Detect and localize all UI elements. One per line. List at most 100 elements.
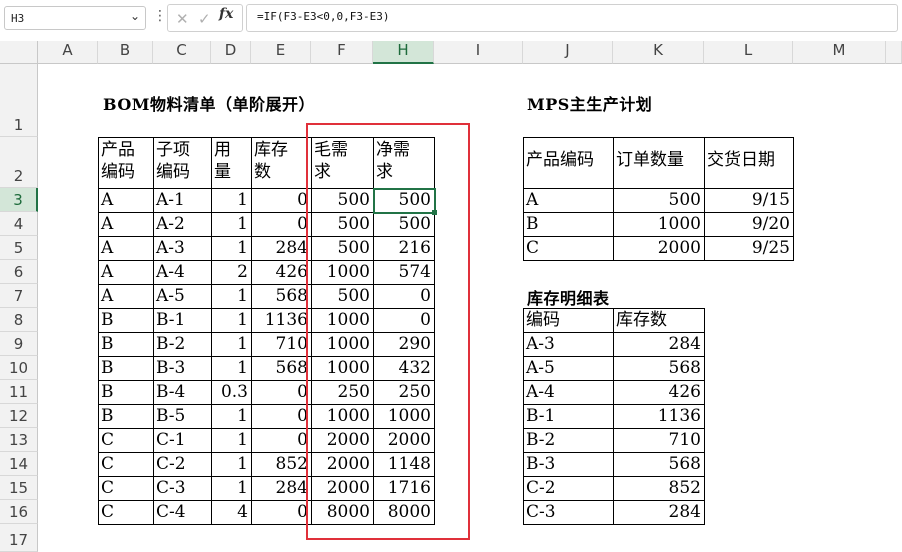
table-cell: A-1	[156, 190, 185, 210]
more-dots-icon[interactable]: ⋮	[153, 8, 167, 24]
column-header-k[interactable]: K	[613, 41, 704, 64]
highlight-box	[306, 123, 470, 540]
header-text: 库存	[254, 140, 288, 160]
row-header-6[interactable]: 6	[0, 260, 38, 284]
table-hline	[523, 428, 705, 429]
table-hline	[523, 212, 794, 213]
table-cell: 1000	[657, 214, 701, 234]
table-cell: 568	[275, 286, 308, 306]
table-cell: 1	[237, 334, 248, 354]
row-header-14[interactable]: 14	[0, 452, 38, 476]
formula-input[interactable]: =IF(F3-E3<0,0,F3-E3)	[246, 4, 898, 32]
row-header-16[interactable]: 16	[0, 500, 38, 524]
table-cell: 1136	[264, 310, 308, 330]
table-cell: C-1	[156, 430, 186, 450]
cancel-icon[interactable]: ✕	[176, 10, 189, 28]
table-cell: 1	[237, 478, 248, 498]
table-cell: 568	[668, 358, 701, 378]
column-header-b[interactable]: B	[98, 41, 153, 64]
column-header-filler	[886, 41, 902, 64]
table-cell: 1	[237, 358, 248, 378]
row-header-12[interactable]: 12	[0, 404, 38, 428]
table-hline	[523, 137, 794, 138]
row-header-2[interactable]: 2	[0, 137, 38, 188]
table-cell: 编码	[526, 310, 560, 330]
column-header-h[interactable]: H	[373, 41, 434, 64]
table-cell: 284	[668, 502, 701, 522]
column-header-f[interactable]: F	[311, 41, 373, 64]
column-header-l[interactable]: L	[704, 41, 793, 64]
row-header-13[interactable]: 13	[0, 428, 38, 452]
table-cell: C	[101, 502, 115, 522]
row-header-10[interactable]: 10	[0, 356, 38, 380]
table-cell: A	[526, 190, 539, 210]
table-cell: 852	[668, 478, 701, 498]
row-header-4[interactable]: 4	[0, 212, 38, 236]
select-all-corner[interactable]	[0, 41, 38, 64]
column-header-c[interactable]: C	[153, 41, 211, 64]
table-cell: 2	[237, 262, 248, 282]
table-cell: 0.3	[220, 382, 248, 402]
table-cell: B	[101, 406, 114, 426]
table-cell: C	[526, 238, 540, 258]
row-header-5[interactable]: 5	[0, 236, 38, 260]
table-cell: B-4	[156, 382, 186, 402]
table-cell: B	[526, 214, 539, 234]
table-hline	[523, 332, 705, 333]
table-vline	[523, 308, 524, 525]
table-cell: 284	[275, 478, 308, 498]
table-cell: 0	[297, 382, 308, 402]
table-header-cell: 用量	[211, 139, 251, 187]
insert-function-button[interactable]: fx	[219, 6, 233, 22]
table-cell: 284	[668, 334, 701, 354]
table-cell: B-2	[156, 334, 186, 354]
table-cell: 426	[275, 262, 308, 282]
row-header-3[interactable]: 3	[0, 188, 38, 212]
table-cell: A-3	[526, 334, 555, 354]
table-cell: 0	[297, 502, 308, 522]
table-cell: 0	[297, 430, 308, 450]
table-cell: A-5	[526, 358, 555, 378]
row-header-1[interactable]: 1	[0, 64, 38, 137]
column-header-i[interactable]: I	[434, 41, 523, 64]
table-cell: B	[101, 334, 114, 354]
column-header-e[interactable]: E	[251, 41, 311, 64]
table-cell: B-3	[156, 358, 186, 378]
table-vline	[98, 137, 99, 525]
table-cell: A-3	[156, 238, 185, 258]
table-cell: 284	[275, 238, 308, 258]
row-header-11[interactable]: 11	[0, 380, 38, 404]
header-text: 用	[214, 140, 231, 160]
table-hline	[523, 404, 705, 405]
table-hline	[523, 188, 794, 189]
name-box[interactable]: H3	[4, 6, 146, 30]
table-cell: 710	[668, 430, 701, 450]
table-hline	[523, 380, 705, 381]
column-header-d[interactable]: D	[211, 41, 251, 64]
row-header-15[interactable]: 15	[0, 476, 38, 500]
row-header-7[interactable]: 7	[0, 284, 38, 308]
table-hline	[523, 500, 705, 501]
table-cell: A-4	[526, 382, 555, 402]
table-hline	[523, 476, 705, 477]
column-header-j[interactable]: J	[523, 41, 613, 64]
table-vline	[704, 308, 705, 525]
table-cell: 9/25	[751, 238, 790, 258]
column-header-a[interactable]: A	[38, 41, 98, 64]
chevron-down-icon[interactable]: ⌄	[130, 9, 140, 23]
column-header-m[interactable]: M	[793, 41, 886, 64]
table-cell: A-4	[156, 262, 185, 282]
table-header-cell: 子项 编码	[153, 139, 211, 187]
table-hline	[523, 356, 705, 357]
table-hline	[523, 524, 705, 525]
table-cell: 426	[668, 382, 701, 402]
header-text: 产品	[101, 140, 135, 160]
table-hline	[523, 452, 705, 453]
row-header-8[interactable]: 8	[0, 308, 38, 332]
table-cell: C	[101, 454, 115, 474]
row-header-17[interactable]: 17	[0, 524, 38, 552]
confirm-icon[interactable]: ✓	[198, 10, 211, 28]
header-text: 量	[214, 162, 231, 182]
row-header-9[interactable]: 9	[0, 332, 38, 356]
table-cell: 1	[237, 406, 248, 426]
